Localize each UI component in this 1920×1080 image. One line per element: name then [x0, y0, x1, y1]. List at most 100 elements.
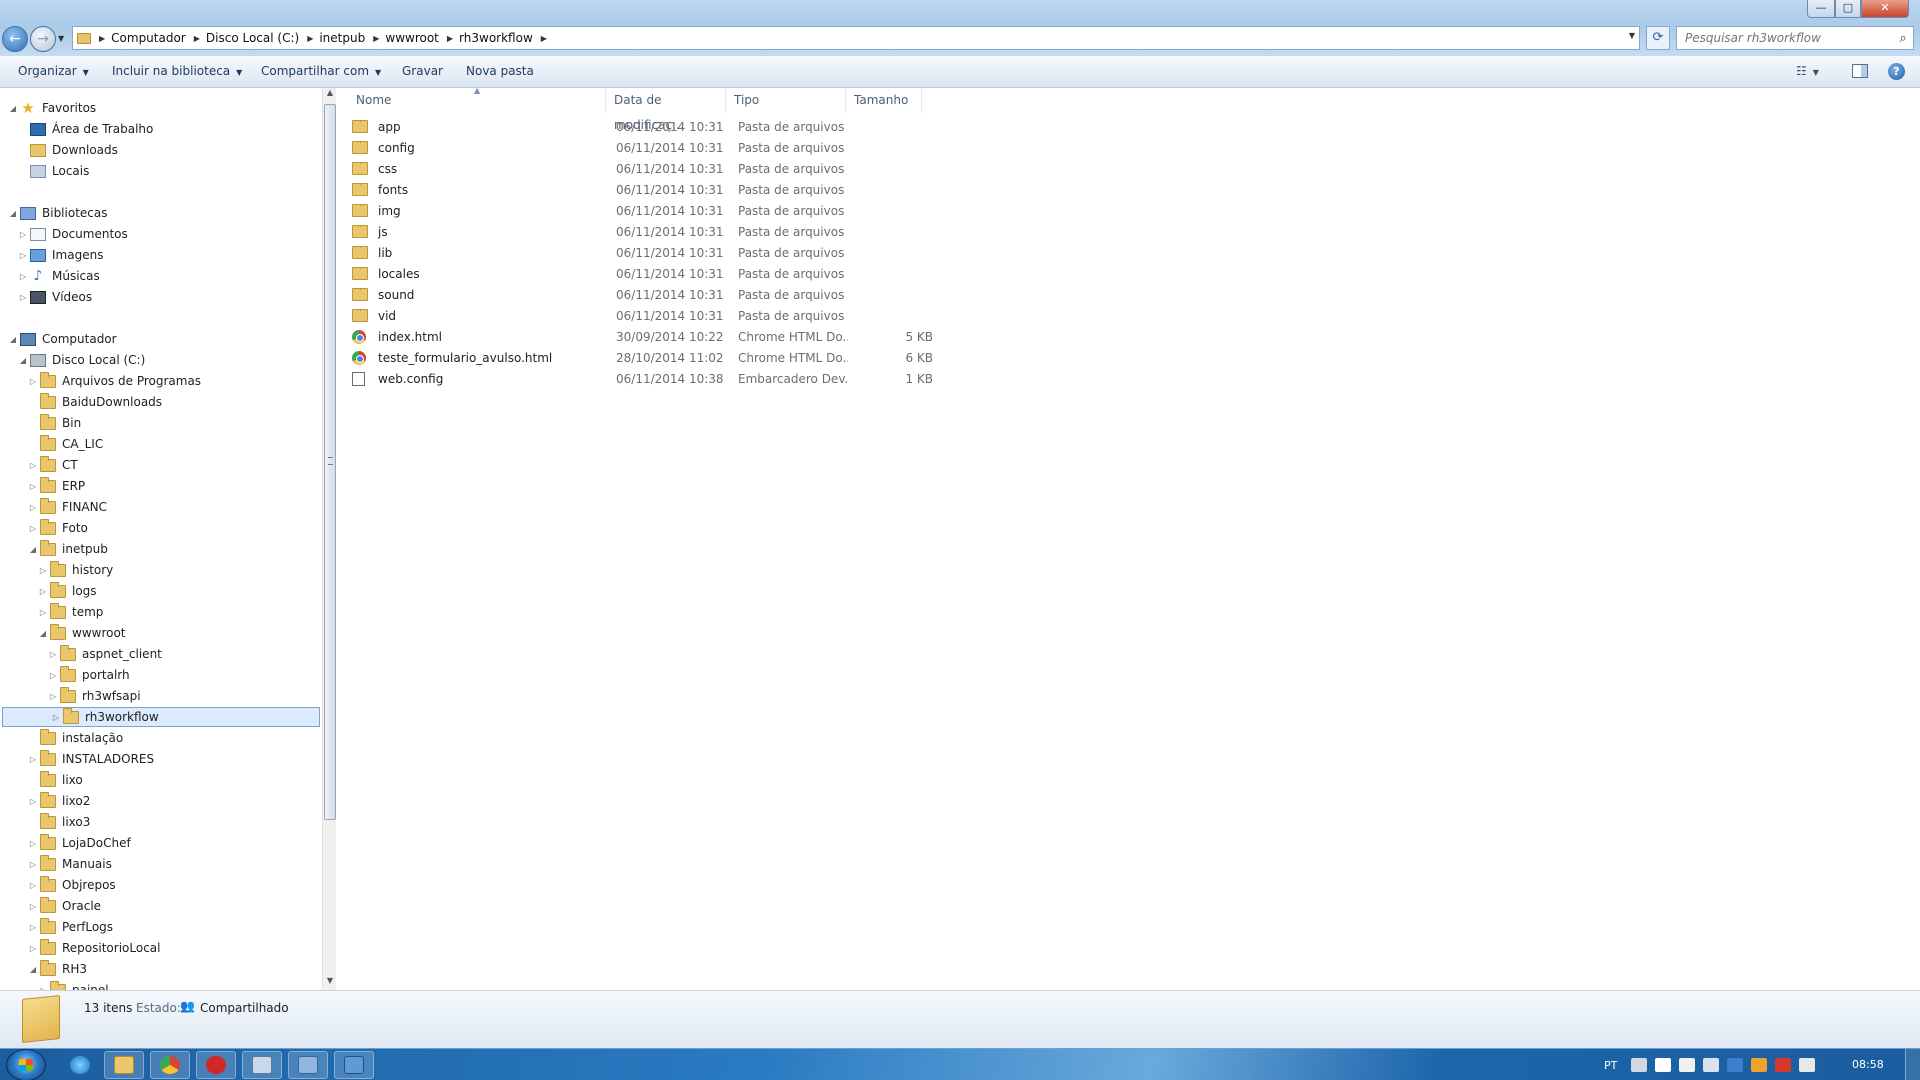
nav-folder-item[interactable]: ▷ aspnet_client: [0, 644, 162, 664]
expand-arrow-icon[interactable]: ▷: [38, 608, 48, 617]
expand-arrow-icon[interactable]: ▷: [48, 650, 58, 659]
nav-folder-item[interactable]: ▷ Arquivos de Programas: [0, 371, 201, 391]
show-desktop-button[interactable]: [1905, 1049, 1920, 1080]
nav-folder-item[interactable]: ▷ history: [0, 560, 113, 580]
taskbar-red-app[interactable]: [196, 1051, 236, 1079]
expand-arrow-icon[interactable]: ▷: [51, 713, 61, 722]
expand-arrow-icon[interactable]: ▷: [18, 230, 28, 239]
column-header-size[interactable]: Tamanho: [846, 88, 922, 113]
nav-folder-item[interactable]: ▷ INSTALADORES: [0, 749, 154, 769]
expand-arrow-icon[interactable]: ▷: [28, 797, 38, 806]
breadcrumb-chevron-icon[interactable]: ▶: [307, 34, 313, 43]
nav-folder-item-selected[interactable]: ▷ rh3workflow: [2, 707, 320, 727]
nav-item-videos[interactable]: ▷ Vídeos: [0, 287, 92, 307]
expand-arrow-icon[interactable]: ▷: [28, 377, 38, 386]
file-row[interactable]: app 06/11/2014 10:31 Pasta de arquivos: [348, 117, 1268, 137]
nav-folder-item[interactable]: Bin: [0, 413, 81, 433]
column-header-date[interactable]: Data de modificaç...: [606, 88, 726, 132]
breadcrumb-chevron-icon[interactable]: ▶: [373, 34, 379, 43]
breadcrumb-inetpub[interactable]: inetpub: [319, 31, 365, 45]
taskbar-remote-app[interactable]: [242, 1051, 282, 1079]
file-row[interactable]: teste_formulario_avulso.html 28/10/2014 1…: [348, 348, 1268, 368]
expand-arrow-icon[interactable]: ▷: [18, 272, 28, 281]
file-row[interactable]: sound 06/11/2014 10:31 Pasta de arquivos: [348, 285, 1268, 305]
update-icon[interactable]: [1751, 1058, 1768, 1072]
alert-icon[interactable]: [1775, 1058, 1792, 1072]
help-button[interactable]: ?: [1888, 63, 1905, 80]
nav-folder-item[interactable]: ▷ rh3wfsapi: [0, 686, 141, 706]
expand-arrow-icon[interactable]: ▷: [18, 251, 28, 260]
nav-item-musicas[interactable]: ▷ ♪ Músicas: [0, 266, 100, 286]
nav-folder-item[interactable]: BaiduDownloads: [0, 392, 162, 412]
nav-libraries[interactable]: ◢ Bibliotecas: [0, 203, 108, 223]
breadcrumb-disco-local[interactable]: Disco Local (C:): [206, 31, 299, 45]
column-header-type[interactable]: Tipo: [726, 88, 846, 113]
expand-arrow-icon[interactable]: ▷: [48, 671, 58, 680]
nav-folder-item[interactable]: ▷ FINANC: [0, 497, 107, 517]
nav-folder-item[interactable]: instalação: [0, 728, 123, 748]
expand-arrow-icon[interactable]: ▷: [48, 692, 58, 701]
collapse-arrow-icon[interactable]: ◢: [18, 356, 28, 365]
expand-arrow-icon[interactable]: ▷: [28, 482, 38, 491]
keyboard-icon[interactable]: [1631, 1058, 1648, 1072]
expand-arrow-icon[interactable]: ▷: [28, 503, 38, 512]
display-icon[interactable]: [1727, 1058, 1744, 1072]
breadcrumb-wwwroot[interactable]: wwwroot: [385, 31, 439, 45]
nav-computer[interactable]: ◢ Computador: [0, 329, 117, 349]
expand-arrow-icon[interactable]: ▷: [28, 944, 38, 953]
preview-pane-button[interactable]: [1852, 64, 1868, 78]
nav-folder-item[interactable]: ▷ Objrepos: [0, 875, 116, 895]
nav-scrollbar[interactable]: ▲ ▼: [322, 88, 336, 990]
nav-folder-item[interactable]: ▷ temp: [0, 602, 103, 622]
organize-menu-button[interactable]: Organizar ▼: [18, 64, 89, 78]
nav-item-area-de-trabalho[interactable]: Área de Trabalho: [30, 119, 153, 139]
expand-arrow-icon[interactable]: ▷: [28, 524, 38, 533]
breadcrumb-chevron-icon[interactable]: ▶: [447, 34, 453, 43]
nav-folder-item[interactable]: ◢ inetpub: [0, 539, 108, 559]
search-box[interactable]: ⌕: [1676, 26, 1914, 50]
forward-button[interactable]: →: [30, 26, 56, 52]
expand-arrow-icon[interactable]: ▷: [28, 881, 38, 890]
expand-arrow-icon[interactable]: ▷: [38, 566, 48, 575]
breadcrumb-chevron-icon[interactable]: ▶: [194, 34, 200, 43]
file-row[interactable]: index.html 30/09/2014 10:22 Chrome HTML Do…: [348, 327, 1268, 347]
breadcrumb-chevron-icon[interactable]: ▶: [99, 34, 105, 43]
nav-item-downloads[interactable]: Downloads: [30, 140, 118, 160]
volume-icon[interactable]: [1703, 1058, 1720, 1072]
change-view-button[interactable]: ☷ ▼: [1796, 64, 1819, 78]
nav-item-documentos[interactable]: ▷ Documentos: [0, 224, 128, 244]
taskbar-internet-explorer[interactable]: [60, 1051, 100, 1079]
app-x-icon[interactable]: [1679, 1058, 1696, 1072]
expand-arrow-icon[interactable]: ▷: [28, 923, 38, 932]
breadcrumb-rh3workflow[interactable]: rh3workflow: [459, 31, 533, 45]
language-indicator[interactable]: PT: [1604, 1059, 1617, 1072]
collapse-arrow-icon[interactable]: ◢: [8, 209, 18, 218]
expand-arrow-icon[interactable]: ▷: [28, 755, 38, 764]
taskbar-network-app[interactable]: [288, 1051, 328, 1079]
new-folder-button[interactable]: Nova pasta: [466, 64, 534, 78]
nav-folder-item[interactable]: lixo: [0, 770, 83, 790]
nav-folder-item[interactable]: ▷ painel: [0, 980, 109, 990]
nav-folder-item[interactable]: ▷ lixo2: [0, 791, 90, 811]
minimize-button[interactable]: —: [1807, 0, 1835, 18]
collapse-arrow-icon[interactable]: ◢: [38, 629, 48, 638]
nav-folder-item[interactable]: ◢ wwwroot: [0, 623, 126, 643]
taskbar-google-chrome[interactable]: [150, 1051, 190, 1079]
scroll-up-arrow-icon[interactable]: ▲: [323, 88, 337, 102]
nav-item-locais[interactable]: Locais: [30, 161, 89, 181]
nav-folder-item[interactable]: ▷ Manuais: [0, 854, 112, 874]
collapse-arrow-icon[interactable]: ◢: [8, 335, 18, 344]
breadcrumb-computador[interactable]: Computador: [111, 31, 186, 45]
expand-arrow-icon[interactable]: ▷: [38, 587, 48, 596]
expand-arrow-icon[interactable]: ▷: [28, 860, 38, 869]
nav-folder-item[interactable]: ▷ Foto: [0, 518, 88, 538]
nav-folder-item[interactable]: lixo3: [0, 812, 90, 832]
nav-item-imagens[interactable]: ▷ Imagens: [0, 245, 104, 265]
nav-drive-c[interactable]: ◢ Disco Local (C:): [0, 350, 145, 370]
nav-folder-item[interactable]: ◢ RH3: [0, 959, 87, 979]
search-input[interactable]: [1677, 31, 1893, 45]
expand-arrow-icon[interactable]: ▷: [18, 293, 28, 302]
burn-button[interactable]: Gravar: [402, 64, 443, 78]
scrollbar-thumb[interactable]: [324, 104, 336, 820]
address-bar[interactable]: ▶ Computador ▶ Disco Local (C:) ▶ inetpu…: [72, 26, 1640, 50]
